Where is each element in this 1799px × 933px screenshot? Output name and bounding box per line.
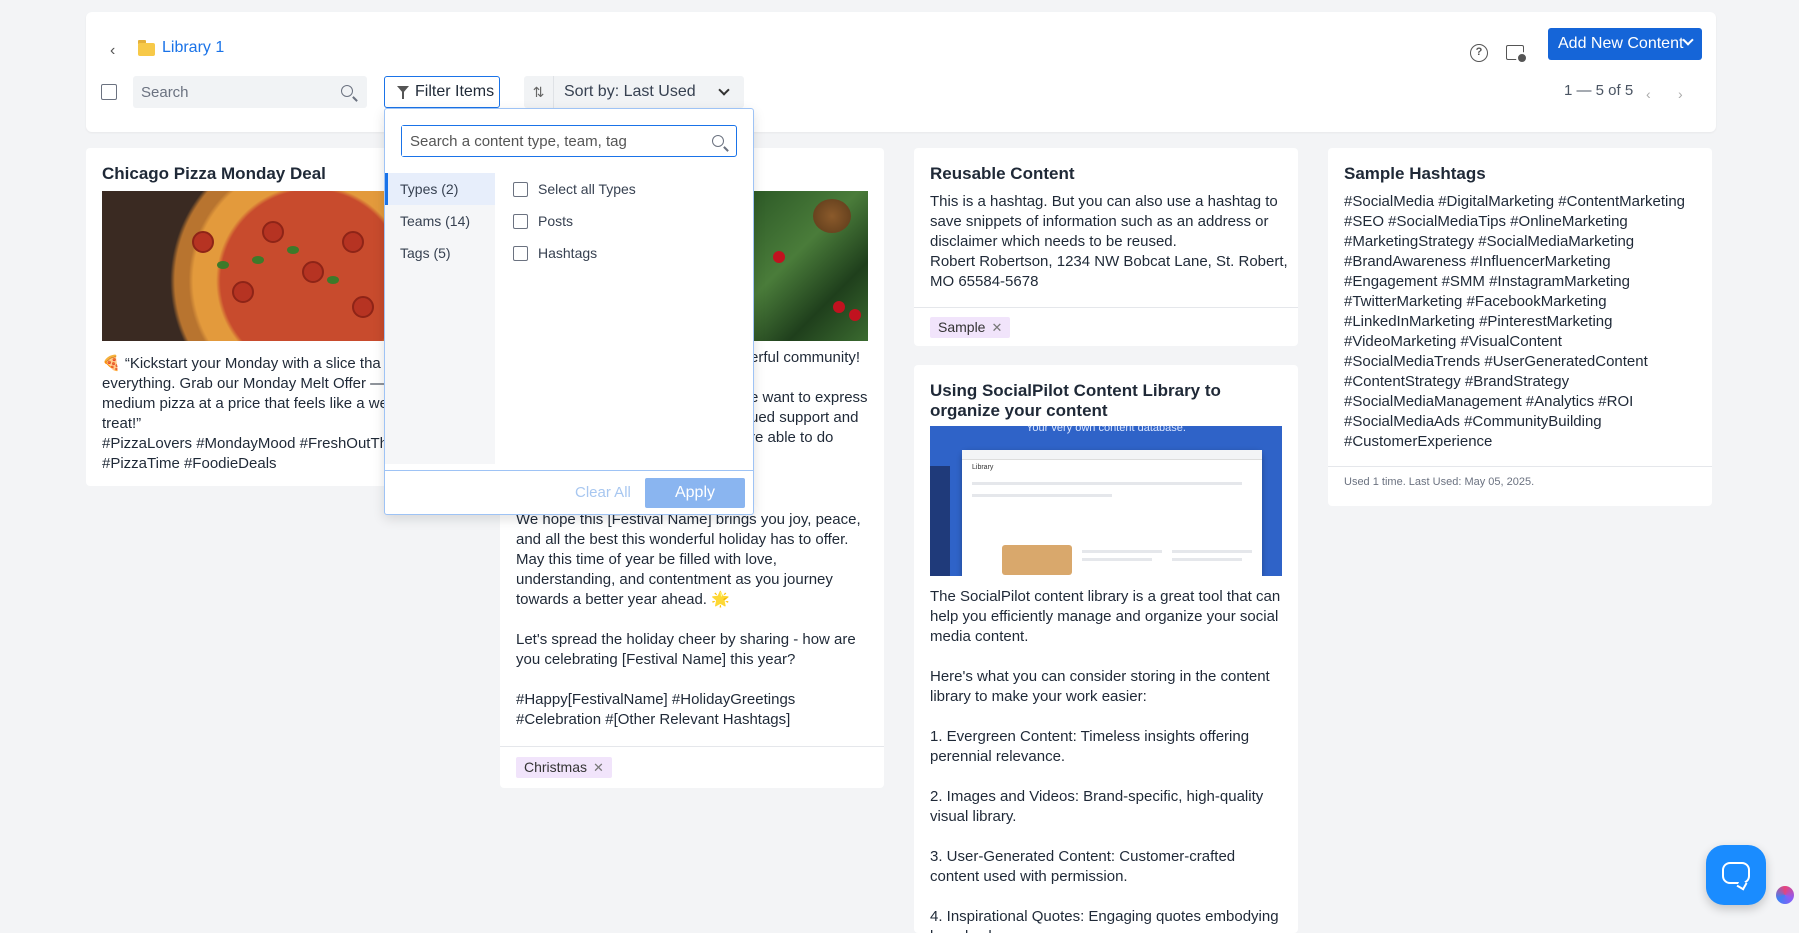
- search-icon: [712, 135, 724, 147]
- clear-all-button[interactable]: Clear All: [575, 484, 631, 501]
- remove-tag-icon[interactable]: ✕: [593, 760, 604, 775]
- filter-option-select-all[interactable]: Select all Types: [513, 179, 636, 199]
- chevron-down-icon: [1682, 34, 1694, 46]
- image-caption: Your very own content database.: [1026, 426, 1186, 434]
- filter-category-tags[interactable]: Tags (5): [385, 237, 495, 269]
- support-chat-button[interactable]: [1706, 845, 1766, 905]
- card-body: This is a hashtag. But you can also use …: [930, 193, 1288, 290]
- card-title: Chicago Pizza Monday Deal: [102, 164, 326, 183]
- divider: [914, 307, 1298, 308]
- funnel-icon: [397, 86, 409, 99]
- filter-option-posts[interactable]: Posts: [513, 211, 573, 231]
- preview-settings-icon[interactable]: [1506, 45, 1528, 64]
- search-input[interactable]: [133, 76, 323, 108]
- card-title: Reusable Content: [930, 164, 1075, 183]
- content-card[interactable]: Sample Hashtags #SocialMedia #DigitalMar…: [1328, 148, 1712, 506]
- card-title: Sample Hashtags: [1344, 164, 1486, 183]
- search-field: [133, 76, 367, 108]
- divider: [1328, 466, 1712, 467]
- select-all-checkbox[interactable]: [101, 84, 117, 100]
- filter-items-label: Filter Items: [415, 83, 495, 100]
- divider: [500, 746, 884, 747]
- tag-label: Christmas: [524, 759, 588, 775]
- add-new-content-label: Add New Content: [1558, 35, 1684, 52]
- library-screenshot-image: Your very own content database. Library: [930, 426, 1282, 576]
- checkbox[interactable]: [513, 246, 528, 261]
- tag-chip: Sample ✕: [930, 317, 1011, 338]
- filter-option-hashtags[interactable]: Hashtags: [513, 243, 597, 263]
- chevron-down-icon: [718, 84, 730, 96]
- folder-icon: [138, 40, 156, 56]
- remove-tag-icon[interactable]: ✕: [991, 320, 1002, 335]
- filter-dropdown: Types (2) Teams (14) Tags (5) Select all…: [384, 108, 754, 515]
- sort-select[interactable]: ⇅ Sort by: Last Used: [524, 76, 744, 108]
- checkbox[interactable]: [513, 182, 528, 197]
- content-card[interactable]: Reusable Content This is a hashtag. But …: [914, 148, 1298, 346]
- apply-button[interactable]: Apply: [645, 478, 745, 508]
- library-header: ‹ Library 1 ? Add New Content Filter Ite…: [86, 12, 1716, 132]
- tag-label: Sample: [938, 319, 986, 335]
- sort-label: Sort by: Last Used: [564, 83, 696, 100]
- pizza-image: [102, 191, 402, 341]
- divider: [385, 470, 753, 471]
- option-label: Posts: [538, 213, 574, 229]
- add-new-content-button[interactable]: Add New Content: [1548, 28, 1702, 60]
- filter-items-button[interactable]: Filter Items: [384, 76, 500, 108]
- help-icon[interactable]: ?: [1470, 44, 1488, 62]
- christmas-image: [753, 191, 868, 341]
- filter-search-input[interactable]: [402, 126, 692, 156]
- pagination-count: 1 — 5 of 5: [1564, 82, 1634, 99]
- next-page-icon[interactable]: ›: [1678, 86, 1683, 102]
- filter-category-types[interactable]: Types (2): [385, 173, 495, 205]
- card-body: #SocialMedia #DigitalMarketing #ContentM…: [1344, 193, 1686, 450]
- tag-chip: Christmas ✕: [516, 757, 612, 778]
- filter-search-field: [401, 125, 737, 157]
- checkbox[interactable]: [513, 214, 528, 229]
- option-label: Hashtags: [538, 245, 598, 261]
- card-body: We hope this [Festival Name] brings you …: [516, 511, 861, 728]
- chat-bubble-icon: [1722, 862, 1750, 884]
- back-chevron-icon[interactable]: ‹: [110, 42, 130, 62]
- sort-order-icon[interactable]: ⇅: [524, 76, 554, 108]
- prev-page-icon[interactable]: ‹: [1646, 86, 1651, 102]
- ai-assistant-icon[interactable]: [1776, 886, 1794, 904]
- card-body: The SocialPilot content library is a gre…: [930, 588, 1281, 933]
- image-window-title: Library: [972, 464, 994, 471]
- search-icon[interactable]: [341, 85, 353, 97]
- card-body-partial: erful community! e want to express ued s…: [750, 349, 868, 446]
- card-title: Using SocialPilot Content Library to org…: [930, 381, 1221, 420]
- filter-category-teams[interactable]: Teams (14): [385, 205, 495, 237]
- usage-meta: Used 1 time. Last Used: May 05, 2025.: [1344, 476, 1535, 488]
- content-card[interactable]: Using SocialPilot Content Library to org…: [914, 365, 1298, 933]
- option-label: Select all Types: [538, 181, 636, 197]
- breadcrumb-library[interactable]: Library 1: [162, 36, 224, 60]
